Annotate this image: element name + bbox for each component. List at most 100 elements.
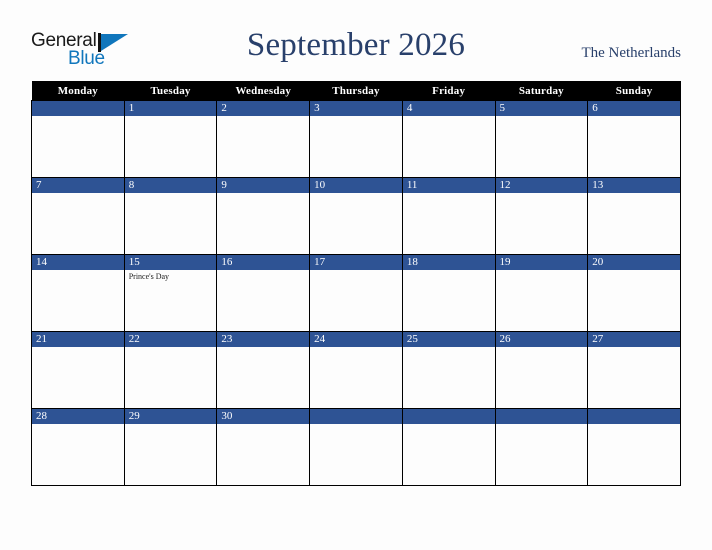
day-number: 8 (124, 178, 217, 193)
weekday-header-row: Monday Tuesday Wednesday Thursday Friday Satu… (31, 81, 681, 101)
day-number: 1 (124, 101, 217, 116)
calendar-day-cell[interactable]: 12 (494, 177, 589, 255)
weekday-header-tuesday: Tuesday (124, 81, 217, 101)
day-content (32, 193, 124, 252)
day-content (217, 270, 309, 329)
day-number: 14 (32, 255, 124, 270)
calendar-week-row: 123456 (31, 100, 681, 178)
day-number (310, 409, 402, 424)
calendar-day-cell[interactable]: 20 (587, 254, 681, 332)
day-content (403, 424, 495, 483)
calendar-page: General Blue September 2026 The Netherla… (0, 0, 712, 550)
weekday-header-saturday: Saturday (495, 81, 588, 101)
calendar-day-cell[interactable]: 30 (216, 408, 311, 486)
calendar-day-cell[interactable]: 1 (123, 100, 218, 178)
day-content (403, 270, 495, 329)
day-content (496, 424, 588, 483)
calendar-header-row: Monday Tuesday Wednesday Thursday Friday Satu… (31, 81, 681, 101)
calendar-empty-cell[interactable] (309, 408, 403, 486)
day-number (402, 409, 495, 424)
calendar-day-cell[interactable]: 23 (216, 331, 311, 409)
calendar-day-cell[interactable]: 15 Prince's Day (123, 254, 218, 332)
calendar-day-cell[interactable]: 24 (309, 331, 403, 409)
day-content (217, 347, 309, 406)
calendar-empty-cell[interactable] (401, 408, 496, 486)
day-number: 10 (310, 178, 402, 193)
calendar-day-cell[interactable]: 6 (587, 100, 681, 178)
day-number: 25 (402, 332, 495, 347)
day-number: 5 (495, 101, 588, 116)
day-content (125, 347, 217, 406)
day-number: 30 (217, 409, 310, 424)
day-number: 26 (495, 332, 588, 347)
country-label: The Netherlands (581, 45, 681, 61)
day-content (125, 424, 217, 483)
calendar-day-cell[interactable]: 27 (587, 331, 681, 409)
calendar-week-row: 7 8 9 10 11 12 13 (31, 177, 681, 255)
day-content (32, 116, 124, 175)
day-number: 19 (495, 255, 588, 270)
calendar-week-row: 14 15 Prince's Day 16 17 18 19 20 (31, 254, 681, 332)
day-number: 9 (217, 178, 310, 193)
day-number: 13 (588, 178, 680, 193)
calendar-day-cell[interactable]: 13 (587, 177, 681, 255)
calendar-day-cell[interactable]: 25 (401, 331, 496, 409)
calendar-day-cell[interactable]: 22 (123, 331, 218, 409)
day-content (310, 347, 402, 406)
calendar-day-cell[interactable]: 28 (31, 408, 125, 486)
calendar-day-cell[interactable]: 2 (216, 100, 311, 178)
day-content (310, 193, 402, 252)
day-number (588, 409, 680, 424)
day-number: 28 (32, 409, 124, 424)
day-content (588, 347, 680, 406)
day-number: 12 (495, 178, 588, 193)
holiday-label: Prince's Day (128, 272, 170, 281)
calendar-week-row: 21 22 23 24 25 26 27 (31, 331, 681, 409)
calendar-day-cell[interactable]: 14 (31, 254, 125, 332)
calendar-day-cell[interactable]: 9 (216, 177, 311, 255)
weekday-header-thursday: Thursday (309, 81, 403, 101)
day-content (403, 116, 495, 175)
calendar-day-cell[interactable]: 26 (494, 331, 589, 409)
calendar-day-cell[interactable]: 8 (123, 177, 218, 255)
day-content (125, 193, 217, 252)
calendar-day-cell[interactable]: 5 (494, 100, 589, 178)
weekday-header-wednesday: Wednesday (216, 81, 310, 101)
day-content (588, 270, 680, 329)
day-content (496, 193, 588, 252)
day-number (495, 409, 588, 424)
calendar-day-cell[interactable]: 29 (123, 408, 218, 486)
day-number: 17 (310, 255, 402, 270)
calendar-day-cell[interactable]: 21 (31, 331, 125, 409)
day-number: 11 (402, 178, 495, 193)
calendar-day-cell[interactable]: 3 (309, 100, 403, 178)
calendar-day-cell[interactable]: 11 (401, 177, 496, 255)
day-content (310, 116, 402, 175)
day-content (496, 270, 588, 329)
calendar-day-cell[interactable]: 19 (494, 254, 589, 332)
weekday-header-friday: Friday (402, 81, 496, 101)
day-content (125, 116, 217, 175)
calendar-day-cell[interactable]: 16 (216, 254, 311, 332)
calendar-grid: Monday Tuesday Wednesday Thursday Friday Satu… (31, 81, 681, 486)
day-content (496, 347, 588, 406)
day-content (32, 424, 124, 483)
calendar-day-cell[interactable]: 4 (401, 100, 496, 178)
day-number: 21 (32, 332, 124, 347)
weekday-header-monday: Monday (31, 81, 125, 101)
calendar-body: 1 2 3 4 5 6 7 8 9 10 11 12 13 14 15 Prince's Day 16 17 18 1… (31, 100, 681, 486)
weekday-header-sunday: Sunday (587, 81, 681, 101)
calendar-day-cell[interactable]: 7 (31, 177, 125, 255)
day-content (217, 116, 309, 175)
calendar-empty-cell[interactable] (31, 100, 125, 178)
calendar-empty-cell[interactable] (494, 408, 589, 486)
day-number: 4 (402, 101, 495, 116)
day-number: 29 (124, 409, 217, 424)
day-content (217, 424, 309, 483)
day-number: 16 (217, 255, 310, 270)
calendar-day-cell[interactable]: 18 (401, 254, 496, 332)
calendar-day-cell[interactable]: 10 (309, 177, 403, 255)
day-number: 22 (124, 332, 217, 347)
calendar-day-cell[interactable]: 17 (309, 254, 403, 332)
calendar-empty-cell[interactable] (587, 408, 681, 486)
